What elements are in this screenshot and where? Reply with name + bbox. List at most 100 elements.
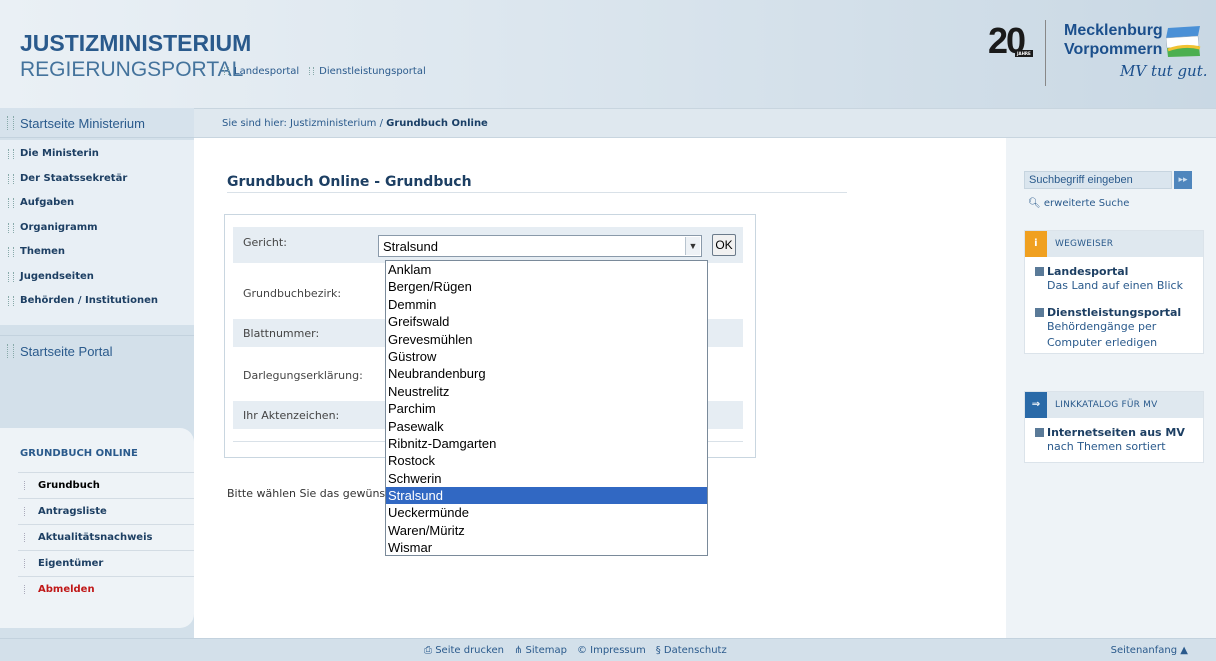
copyright-icon: © (576, 645, 587, 656)
link-internetseiten[interactable]: Internetseiten aus MV nach Themen sortie… (1025, 418, 1203, 459)
footer-impressum-label: Impressum (590, 645, 646, 656)
wegweiser-header: i WEGWEISER (1025, 231, 1203, 257)
dropdown-option[interactable]: Greifswald (386, 313, 707, 330)
sidebar-item-behoerden[interactable]: Behörden / Institutionen (0, 287, 194, 312)
linkkatalog-header: ⇒ LINKKATALOG FÜR MV (1025, 392, 1203, 418)
sidebar-item-themen[interactable]: Themen (0, 238, 194, 263)
dropdown-option[interactable]: Rostock (386, 452, 707, 469)
sidebar-item-organigramm[interactable]: Organigramm (0, 214, 194, 239)
footer-links: ⎙ Seite drucken ⋔ Sitemap © Impressum § … (424, 645, 727, 656)
nav-landesportal[interactable]: Landesportal (224, 66, 299, 77)
gericht-selected-value: Stralsund (383, 239, 438, 254)
wegweiser-title: WEGWEISER (1055, 239, 1114, 249)
page-header: JUSTIZMINISTERIUM REGIERUNGSPORTAL Lande… (0, 0, 1216, 108)
gericht-select[interactable]: Stralsund ▼ (378, 235, 702, 257)
sidebar-item-jugendseiten[interactable]: Jugendseiten (0, 263, 194, 288)
paragraph-icon: § (655, 645, 661, 656)
link-landesportal-desc: Das Land auf einen Blick (1047, 279, 1183, 292)
linkkatalog-box: ⇒ LINKKATALOG FÜR MV Internetseiten aus … (1024, 391, 1204, 463)
dropdown-option[interactable]: Ueckermünde (386, 504, 707, 521)
back-to-top-label: Seitenanfang (1110, 645, 1178, 656)
search-submit-icon[interactable]: ▸▸ (1174, 171, 1192, 189)
advanced-search-label: erweiterte Suche (1043, 198, 1130, 209)
logo-subtitle[interactable]: REGIERUNGSPORTAL (20, 58, 243, 82)
footer-sitemap-link[interactable]: ⋔ Sitemap (514, 645, 567, 656)
grundbuch-online-menu: GRUNDBUCH ONLINE Grundbuch Antragsliste … (0, 428, 194, 628)
dropdown-option[interactable]: Ribnitz-Damgarten (386, 435, 707, 452)
hint-text: Bitte wählen Sie das gewüns (227, 487, 386, 500)
back-to-top-link[interactable]: Seitenanfang ▲ (1111, 645, 1188, 656)
info-icon: i (1025, 231, 1047, 257)
menu-item-abmelden[interactable]: Abmelden (18, 576, 194, 602)
breadcrumb-prefix[interactable]: Sie sind hier: Justizministerium / (222, 118, 386, 129)
link-landesportal-title[interactable]: Landesportal (1035, 265, 1197, 278)
gericht-dropdown-list[interactable]: Anklam Bergen/Rügen Demmin Greifswald Greves… (385, 260, 708, 556)
menu-item-aktualitaetsnachweis[interactable]: Aktualitätsnachweis (18, 524, 194, 550)
link-dienstleistungsportal-title[interactable]: Dienstleistungsportal (1035, 306, 1197, 319)
linkkatalog-title: LINKKATALOG FÜR MV (1055, 400, 1158, 410)
wegweiser-box: i WEGWEISER Landesportal Das Land auf ei… (1024, 230, 1204, 354)
sidebar-item-staatssekretaer[interactable]: Der Staatssekretär (0, 165, 194, 190)
state-slogan: MV tut gut. (1120, 62, 1208, 80)
search-input[interactable]: Suchbegriff eingeben (1024, 171, 1172, 189)
state-name-line2: Vorpommern (1064, 41, 1163, 58)
menu-item-antragsliste[interactable]: Antragsliste (18, 498, 194, 524)
dropdown-option[interactable]: Parchim (386, 400, 707, 417)
menu-item-grundbuch[interactable]: Grundbuch (18, 472, 194, 498)
grundbuch-menu-list: Grundbuch Antragsliste Aktualitätsnachwe… (18, 472, 194, 602)
grundbuchbezirk-label: Grundbuchbezirk: (243, 287, 342, 300)
link-landesportal[interactable]: Landesportal Das Land auf einen Blick (1025, 257, 1203, 298)
left-sidebar: Startseite Ministerium Die Ministerin De… (0, 108, 194, 638)
dropdown-option[interactable]: Bergen/Rügen (386, 278, 707, 295)
grundbuch-menu-title: GRUNDBUCH ONLINE (20, 448, 138, 459)
print-icon: ⎙ (424, 645, 432, 656)
link-internetseiten-desc: nach Themen sortiert (1047, 440, 1166, 453)
footer-impressum-link[interactable]: © Impressum (577, 645, 646, 656)
magnifier-icon: 🔍︎ (1028, 198, 1041, 209)
sidebar-item-aufgaben[interactable]: Aufgaben (0, 189, 194, 214)
sidebar-start-portal[interactable]: Startseite Portal (0, 335, 194, 365)
sitemap-icon: ⋔ (513, 645, 523, 656)
aktenzeichen-label: Ihr Aktenzeichen: (243, 409, 340, 422)
logo-divider (1045, 20, 1046, 86)
nav-dienstleistungsportal[interactable]: Dienstleistungsportal (309, 66, 426, 77)
mv-logo[interactable]: 20 JAHRE Mecklenburg Vorpommern MV tut g… (988, 12, 1208, 102)
chevron-down-icon[interactable]: ▼ (685, 237, 700, 255)
dropdown-option[interactable]: Stralsund (386, 487, 707, 505)
footer-print-link[interactable]: ⎙ Seite drucken (424, 645, 504, 656)
footer-datenschutz-label: Datenschutz (663, 645, 727, 656)
link-dienstleistungsportal[interactable]: Dienstleistungsportal Behördengänge per … (1025, 298, 1203, 355)
dropdown-option[interactable]: Güstrow (386, 348, 707, 365)
logo-title[interactable]: JUSTIZMINISTERIUM (20, 30, 251, 57)
sidebar-start-ministerium[interactable]: Startseite Ministerium (0, 108, 194, 138)
external-link-icon: ⇒ (1025, 392, 1047, 418)
right-column: Suchbegriff eingeben ▸▸ 🔍︎ erweiterte Su… (1006, 138, 1216, 638)
dropdown-option[interactable]: Waren/Müritz (386, 522, 707, 539)
state-name-line1: Mecklenburg (1064, 22, 1163, 39)
menu-item-eigentuemer[interactable]: Eigentümer (18, 550, 194, 576)
title-divider (227, 192, 847, 193)
footer-datenschutz-link[interactable]: § Datenschutz (656, 645, 727, 656)
link-internetseiten-title[interactable]: Internetseiten aus MV (1035, 426, 1197, 439)
blattnummer-label: Blattnummer: (243, 327, 320, 340)
state-flag-icon (1166, 26, 1201, 57)
dropdown-option[interactable]: Wismar (386, 539, 707, 556)
page-title: Grundbuch Online - Grundbuch (227, 174, 472, 190)
advanced-search-link[interactable]: 🔍︎ erweiterte Suche (1028, 198, 1129, 209)
darlegungserklaerung-label: Darlegungserklärung: (243, 369, 363, 382)
dropdown-option[interactable]: Grevesmühlen (386, 331, 707, 348)
dropdown-option[interactable]: Neubrandenburg (386, 365, 707, 382)
footer-sitemap-label: Sitemap (525, 645, 567, 656)
sidebar-item-ministerin[interactable]: Die Ministerin (0, 140, 194, 165)
page-footer: ⎙ Seite drucken ⋔ Sitemap © Impressum § … (0, 638, 1216, 661)
header-nav: Landesportal Dienstleistungsportal (224, 66, 426, 77)
arrow-up-icon: ▲ (1180, 645, 1188, 656)
dropdown-option[interactable]: Anklam (386, 261, 707, 278)
anniversary-label: JAHRE (1015, 50, 1033, 57)
link-dienstleistungsportal-desc: Behördengänge per Computer erledigen (1047, 320, 1158, 349)
dropdown-option[interactable]: Schwerin (386, 470, 707, 487)
dropdown-option[interactable]: Neustrelitz (386, 383, 707, 400)
dropdown-option[interactable]: Demmin (386, 296, 707, 313)
ok-button[interactable]: OK (712, 234, 736, 256)
dropdown-option[interactable]: Pasewalk (386, 418, 707, 435)
